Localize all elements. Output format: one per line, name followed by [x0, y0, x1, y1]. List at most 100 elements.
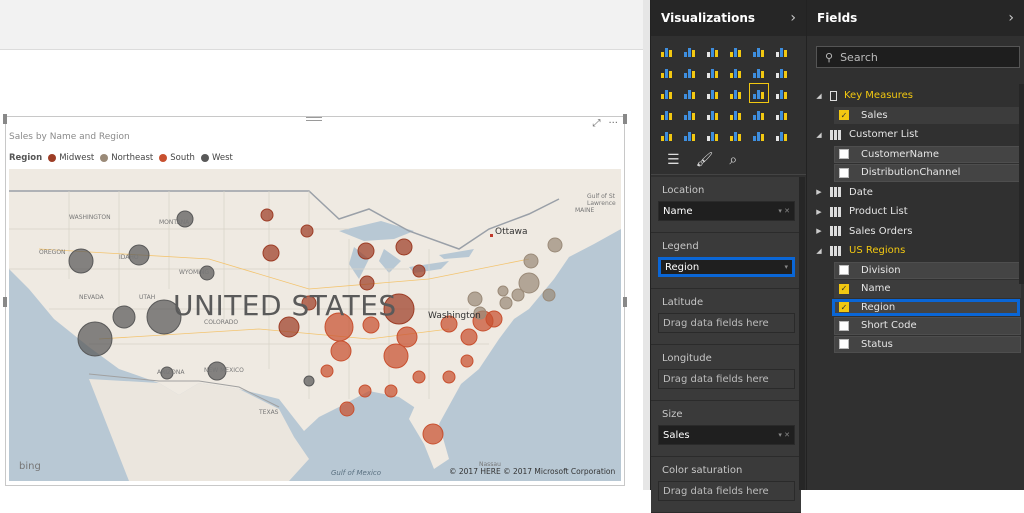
collapsed-icon[interactable]: ▶: [813, 208, 825, 216]
map-bubble[interactable]: [497, 285, 509, 297]
clustered-bar-icon[interactable]: [704, 42, 722, 60]
clustered-column-icon[interactable]: [727, 42, 745, 60]
longitude-well[interactable]: Drag data fields here: [658, 369, 795, 389]
map-bubble[interactable]: [260, 208, 274, 222]
map-bubble[interactable]: [358, 384, 372, 398]
legend-well[interactable]: Region ▾: [658, 257, 795, 277]
map-bubble[interactable]: [357, 242, 375, 260]
checkbox-checked[interactable]: ✓: [839, 302, 849, 313]
resize-handle[interactable]: [3, 114, 7, 124]
map-bubble[interactable]: [518, 272, 540, 294]
map-bubble[interactable]: [77, 321, 113, 357]
stacked-column-icon[interactable]: [681, 42, 699, 60]
map-bubble[interactable]: [383, 343, 409, 369]
map-bubble[interactable]: [339, 401, 355, 417]
well-controls-icon[interactable]: ▾ ✕: [778, 431, 790, 439]
latitude-well[interactable]: Drag data fields here: [658, 313, 795, 333]
field-division[interactable]: Division: [834, 261, 1021, 279]
map-bubble[interactable]: [547, 237, 563, 253]
size-well[interactable]: Sales ▾ ✕: [658, 425, 795, 445]
collapse-chevron-icon[interactable]: ›: [1008, 10, 1014, 26]
checkbox[interactable]: [839, 320, 849, 331]
map-bubble[interactable]: [412, 370, 426, 384]
funnel-icon[interactable]: [681, 105, 699, 123]
map-bubble[interactable]: [303, 375, 315, 387]
map-bubble[interactable]: [262, 244, 280, 262]
checkbox-checked[interactable]: ✓: [839, 283, 849, 294]
fields-scrollbar[interactable]: [1019, 84, 1024, 284]
checkbox-checked[interactable]: ✓: [839, 110, 849, 121]
field-name[interactable]: ✓ Name: [834, 280, 1021, 298]
shape-map-icon[interactable]: [658, 105, 676, 123]
table-product-list[interactable]: ▶ Product List: [807, 202, 1024, 222]
resize-handle[interactable]: [623, 114, 627, 124]
collapsed-icon[interactable]: ▶: [813, 227, 825, 235]
map-bubble[interactable]: [442, 370, 456, 384]
expanded-icon[interactable]: ◢: [813, 247, 825, 255]
line-column-icon[interactable]: [727, 63, 745, 81]
focus-mode-icon[interactable]: ⤢: [592, 118, 600, 129]
r-visual-icon[interactable]: [727, 126, 745, 144]
field-sales[interactable]: ✓ Sales: [834, 106, 1021, 124]
map-bubble[interactable]: [499, 296, 513, 310]
map-area[interactable]: UNITED STATES Ottawa Washington WASHINGT…: [9, 169, 621, 481]
map-bubble[interactable]: [422, 423, 444, 445]
location-well[interactable]: Name ▾ ✕: [658, 201, 795, 221]
fields-search-input[interactable]: ⚲ Search: [816, 46, 1020, 68]
map-bubble[interactable]: [384, 384, 398, 398]
legend-item-midwest[interactable]: Midwest: [48, 153, 94, 163]
map-bubble[interactable]: [320, 364, 334, 378]
collapse-chevron-icon[interactable]: ›: [790, 10, 796, 26]
map-bubble[interactable]: [395, 238, 413, 256]
filled-map-icon[interactable]: [773, 84, 791, 102]
pie-icon[interactable]: [681, 84, 699, 102]
checkbox[interactable]: [839, 167, 849, 178]
map-visual[interactable]: ⤢ ··· Sales by Name and Region Region Mi…: [3, 114, 627, 486]
100-column-icon[interactable]: [773, 42, 791, 60]
stacked-area-icon[interactable]: [704, 63, 722, 81]
legend-item-south[interactable]: South: [159, 153, 195, 163]
map-bubble[interactable]: [412, 264, 426, 278]
area-chart-icon[interactable]: [681, 63, 699, 81]
100-bar-icon[interactable]: [750, 42, 768, 60]
map-bubble[interactable]: [300, 224, 314, 238]
legend-item-west[interactable]: West: [200, 153, 233, 163]
table-icon[interactable]: [681, 126, 699, 144]
matrix-icon[interactable]: [704, 126, 722, 144]
field-region[interactable]: ✓ Region: [832, 298, 1020, 316]
checkbox[interactable]: [839, 265, 849, 276]
more-options-icon[interactable]: ···: [608, 118, 618, 129]
field-short-code[interactable]: Short Code: [834, 317, 1021, 335]
table-us-regions[interactable]: ◢ US Regions: [807, 241, 1024, 261]
map-bubble[interactable]: [460, 328, 478, 346]
table-sales-orders[interactable]: ▶ Sales Orders: [807, 222, 1024, 242]
card-icon[interactable]: [727, 105, 745, 123]
gauge-icon[interactable]: [704, 105, 722, 123]
map-bubble[interactable]: [68, 248, 94, 274]
map-bubble[interactable]: [542, 288, 556, 302]
map-bubble[interactable]: [467, 291, 483, 307]
field-status[interactable]: Status: [834, 335, 1021, 353]
ribbon-icon[interactable]: [773, 63, 791, 81]
fields-tab-icon[interactable]: ☰: [667, 152, 680, 168]
legend-item-northeast[interactable]: Northeast: [100, 153, 153, 163]
checkbox[interactable]: [839, 149, 849, 160]
more-visuals-icon[interactable]: [773, 126, 791, 144]
expanded-icon[interactable]: ◢: [813, 131, 825, 139]
map-bubble[interactable]: [523, 253, 539, 269]
map-bubble[interactable]: [112, 305, 136, 329]
format-paint-icon[interactable]: 🖌: [696, 152, 714, 168]
stacked-bar-icon[interactable]: [658, 42, 676, 60]
viz-scrollbar[interactable]: [799, 177, 805, 490]
table-key-measures[interactable]: ◢ Key Measures: [807, 86, 1024, 106]
map-icon[interactable]: [749, 83, 769, 103]
slicer-icon[interactable]: [658, 126, 676, 144]
well-controls-icon[interactable]: ▾: [784, 263, 788, 271]
globe-icon[interactable]: [750, 126, 768, 144]
color-saturation-well[interactable]: Drag data fields here: [658, 481, 795, 501]
resize-handle[interactable]: [623, 297, 627, 307]
collapsed-icon[interactable]: ▶: [813, 188, 825, 196]
multirow-card-icon[interactable]: [750, 105, 768, 123]
resize-handle[interactable]: [3, 297, 7, 307]
drag-grip-icon[interactable]: [306, 115, 322, 123]
